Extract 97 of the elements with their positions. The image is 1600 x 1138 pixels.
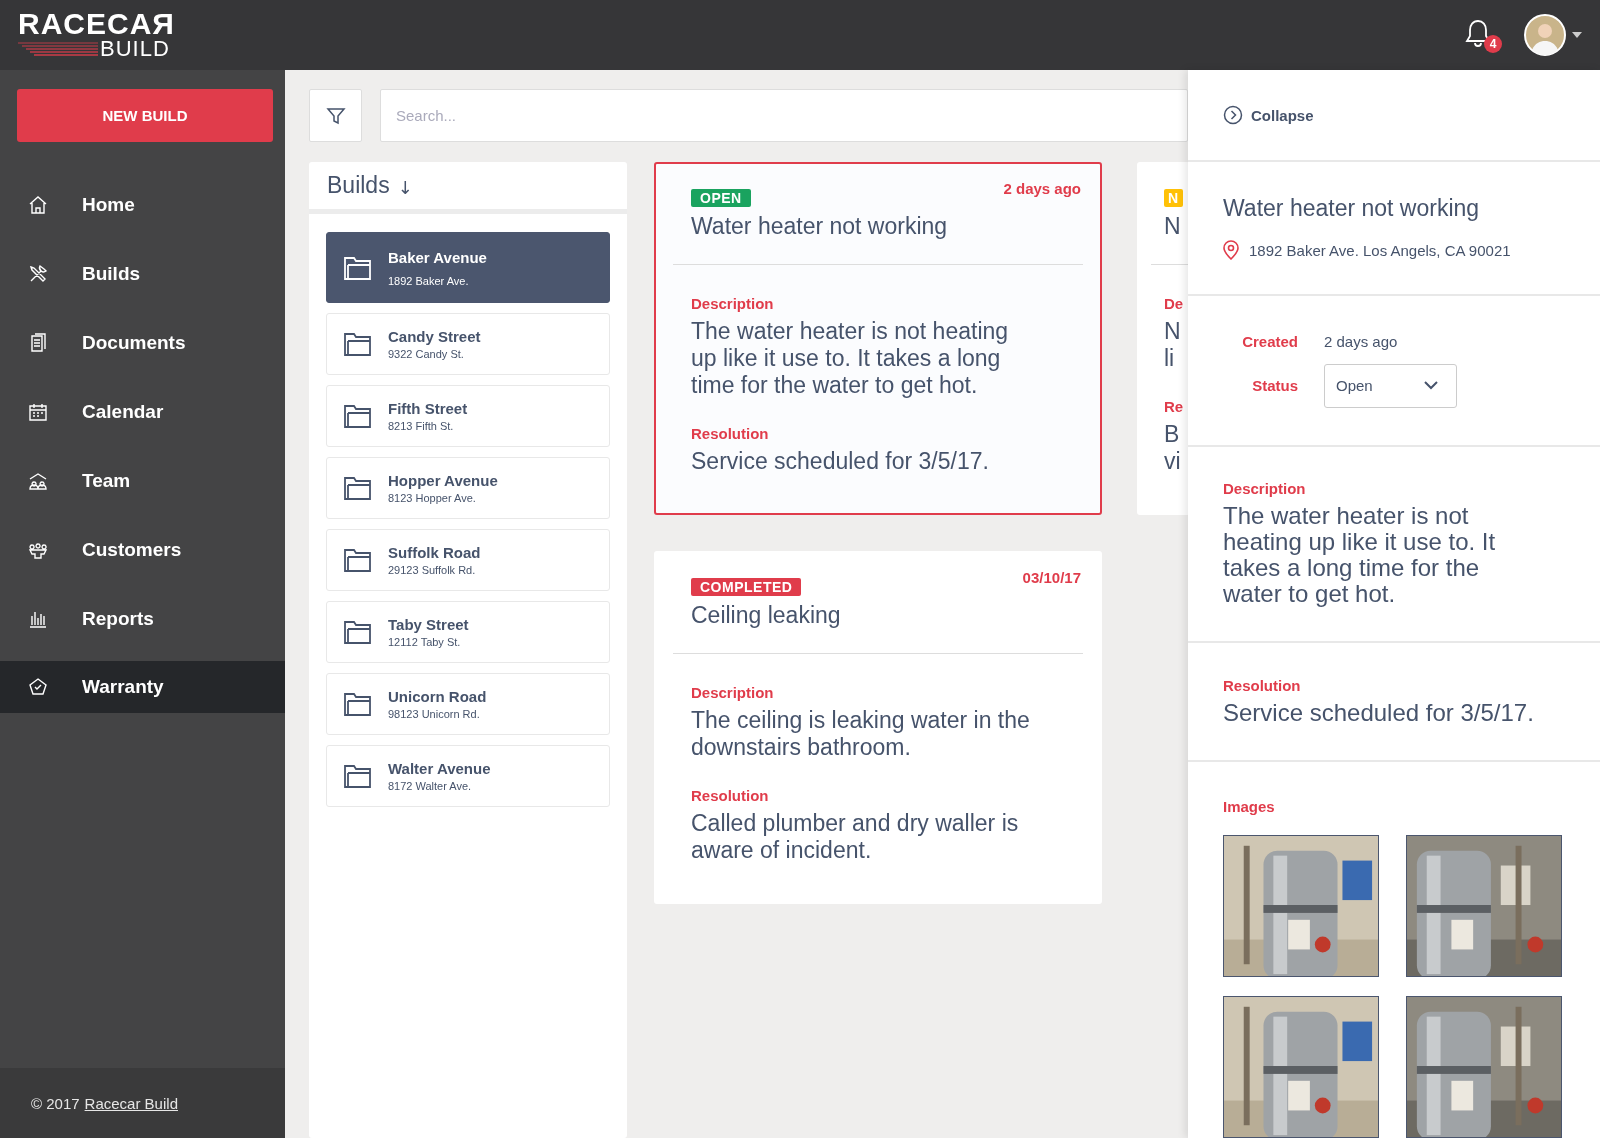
nav-item[interactable]: Team	[0, 446, 285, 515]
build-item[interactable]: Unicorn Road 98123 Unicorn Rd.	[326, 673, 610, 735]
build-address: 98123 Unicorn Rd.	[388, 708, 481, 720]
caret-icon	[1572, 32, 1582, 38]
logo-subtext: BUILD	[100, 38, 170, 60]
resolution-label: Resolution	[1223, 677, 1302, 694]
nav-item[interactable]: Reports	[0, 584, 285, 653]
created-label: Created	[1241, 332, 1298, 350]
resolution-label: Resolution	[691, 787, 770, 804]
build-item[interactable]: Taby Street 12112 Taby St.	[326, 601, 610, 663]
detail-address: 1892 Baker Ave. Los Angels, CA 90021	[1249, 242, 1511, 259]
nav-item[interactable]: Home	[0, 170, 285, 239]
description-label: Description	[691, 684, 775, 701]
build-item[interactable]: Fifth Street 8213 Fifth St.	[326, 385, 610, 447]
status-badge: OPEN	[691, 189, 751, 207]
chevron-circle-icon	[1223, 105, 1243, 126]
card-date: 03/10/17	[1022, 569, 1081, 586]
folder-icon	[344, 619, 372, 645]
nav-item[interactable]: Calendar	[0, 377, 285, 446]
build-address: 1892 Baker Ave.	[388, 274, 470, 287]
card-date: 2 days ago	[1003, 180, 1081, 197]
status-badge: N	[1164, 189, 1183, 207]
new-build-button[interactable]: NEW BUILD	[17, 89, 273, 142]
resolution-text: Service scheduled for 3/5/17.	[1223, 700, 1535, 726]
nav-item[interactable]: Documents	[0, 308, 285, 377]
build-name: Hopper Avenue	[388, 472, 498, 489]
folder-icon	[344, 403, 372, 429]
build-name: Unicorn Road	[388, 688, 487, 705]
build-name: Baker Avenue	[388, 248, 487, 266]
folder-icon	[344, 763, 372, 789]
build-item[interactable]: Baker Avenue 1892 Baker Ave.	[326, 232, 610, 303]
search-field[interactable]: Search...	[380, 89, 1188, 142]
notification-button[interactable]: 4	[1463, 17, 1502, 53]
issue-card[interactable]: OPEN 2 days ago Water heater not working Description The water heater is not heating up like it use to. It takes a long time for the water to get hot. Resolution Service scheduled for 3/5/17.	[654, 162, 1102, 515]
build-address: 9322 Candy St.	[388, 348, 465, 360]
description-text: The water heater is not heating up like it use to. It takes a long time for the water to get hot.	[1223, 503, 1497, 608]
user-menu-button[interactable]	[1524, 14, 1582, 56]
build-name: Fifth Street	[388, 400, 468, 417]
created-value: 2 days ago	[1324, 332, 1399, 350]
notification-count: 4	[1484, 34, 1502, 53]
status-dropdown[interactable]: Open	[1324, 363, 1457, 408]
nav-item[interactable]: Builds	[0, 239, 285, 308]
build-address: 8172 Walter Ave.	[388, 780, 473, 792]
folder-icon	[344, 331, 372, 357]
folder-icon	[344, 475, 372, 501]
logo-text: RACECAЯ	[18, 10, 175, 38]
card-title: Water heater not working	[691, 213, 949, 240]
description-label: De	[1164, 295, 1185, 312]
resolution-text: Called plumber and dry waller is aware of incident.	[691, 810, 1020, 864]
images-label: Images	[1223, 798, 1276, 815]
home-icon	[27, 193, 49, 216]
issue-card[interactable]: COMPLETED 03/10/17 Ceiling leaking Description The ceiling is leaking water in the downstairs bathroom. Resolution Called plumber and dry waller is aware of incident.	[654, 551, 1102, 904]
build-address: 8123 Hopper Ave.	[388, 492, 477, 504]
copyright-text: © 2017	[31, 1094, 80, 1112]
description-label: Description	[691, 295, 775, 312]
sort-button[interactable]: ↓	[397, 177, 413, 198]
build-item[interactable]: Hopper Avenue 8123 Hopper Ave.	[326, 457, 610, 519]
detail-title: Water heater not working	[1223, 195, 1481, 223]
issue-card[interactable]: N N De N li Re B vi	[1137, 162, 1190, 515]
resolution-text: B vi	[1164, 421, 1182, 475]
description-text: The ceiling is leaking water in the downstairs bathroom.	[691, 707, 1031, 761]
logo[interactable]: RACECAЯ BUILD	[18, 10, 175, 60]
build-address: 8213 Fifth St.	[388, 420, 455, 432]
builds-title: Builds	[327, 172, 390, 199]
status-badge: COMPLETED	[691, 578, 802, 596]
folder-icon	[344, 547, 372, 573]
status-label: Status	[1251, 377, 1298, 395]
location-pin-icon	[1223, 240, 1239, 261]
build-item[interactable]: Suffolk Road 29123 Suffolk Rd.	[326, 529, 610, 591]
card-title: N	[1164, 213, 1182, 240]
description-text: The water heater is not heating up like it use to. It takes a long time for the water to get hot.	[691, 318, 1010, 399]
build-name: Walter Avenue	[388, 760, 491, 777]
collapse-button[interactable]: Collapse	[1223, 105, 1565, 126]
card-title: Ceiling leaking	[691, 602, 842, 629]
nav-item[interactable]: Warranty	[0, 661, 285, 713]
filter-button[interactable]	[309, 89, 362, 142]
filter-icon	[325, 105, 346, 126]
chevron-down-icon	[1424, 381, 1438, 391]
description-label: Description	[1223, 480, 1307, 498]
folder-icon	[344, 691, 372, 717]
shield-check-icon	[27, 676, 49, 698]
nav-item[interactable]: Customers	[0, 515, 285, 584]
folder-icon	[344, 254, 372, 281]
resolution-text: Service scheduled for 3/5/17.	[691, 448, 990, 475]
build-address: 29123 Suffolk Rd.	[388, 564, 477, 576]
build-name: Suffolk Road	[388, 544, 481, 561]
footer-link[interactable]: Racecar Build	[84, 1094, 178, 1112]
build-address: 12112 Taby St.	[388, 636, 462, 648]
build-item[interactable]: Candy Street 9322 Candy St.	[326, 313, 610, 375]
resolution-label: Resolution	[691, 425, 770, 442]
build-name: Taby Street	[388, 616, 469, 633]
build-name: Candy Street	[388, 328, 481, 345]
speed-lines-icon	[18, 41, 98, 57]
resolution-label: Re	[1164, 398, 1185, 415]
description-text: N li	[1164, 318, 1182, 372]
avatar	[1524, 14, 1566, 56]
build-item[interactable]: Walter Avenue 8172 Walter Ave.	[326, 745, 610, 807]
